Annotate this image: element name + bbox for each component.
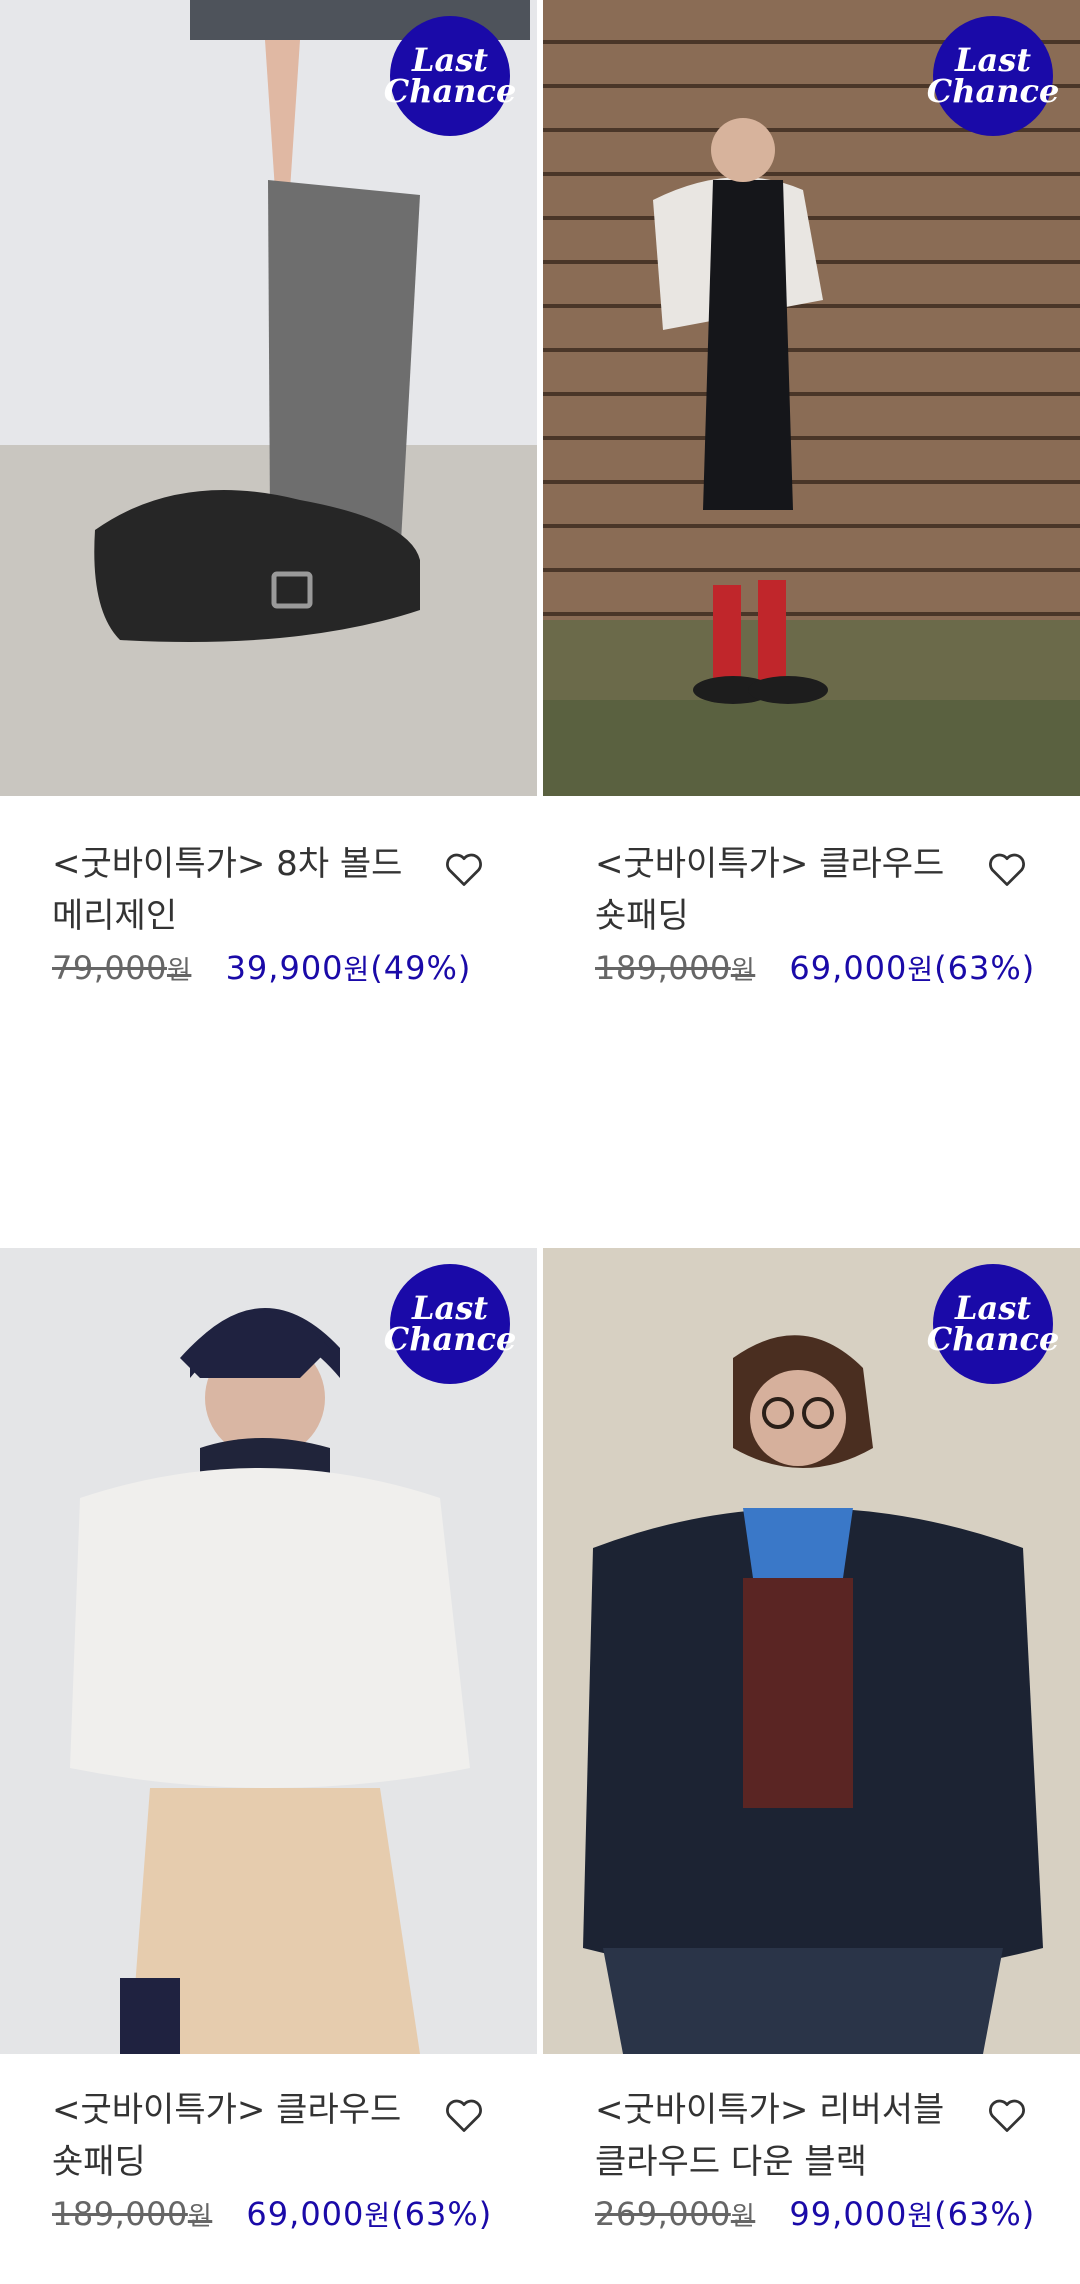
sale-price: 99,000원(63%) <box>789 2195 1036 2233</box>
product-image[interactable]: Last Chance <box>0 0 537 796</box>
product-info: <굿바이특가> 클라우드 숏패딩 189,000원 69,000원(63%) <box>52 2084 501 2245</box>
product-card[interactable]: Last Chance <굿바이특가> 클라우드 숏패딩 189,000원 69,… <box>0 1248 537 2284</box>
last-chance-badge: Last Chance <box>927 1264 1059 1384</box>
product-info: <굿바이특가> 8차 볼드 메리제인 79,000원 39,900원(49%) <box>52 838 501 999</box>
price-row: 269,000원 99,000원(63%) <box>595 2186 1044 2245</box>
heart-outline-icon[interactable] <box>986 850 1028 888</box>
discount-rate: (49%) <box>370 949 472 987</box>
product-name[interactable]: <굿바이특가> 클라우드 숏패딩 <box>52 2084 501 2188</box>
original-price: 189,000원 <box>595 949 756 987</box>
price-row: 79,000원 39,900원(49%) <box>52 940 501 999</box>
sale-price: 39,900원(49%) <box>225 949 472 987</box>
product-info: <굿바이특가> 리버서블 클라우드 다운 블랙 269,000원 99,000원… <box>595 2084 1044 2245</box>
sale-price: 69,000원(63%) <box>246 2195 493 2233</box>
price-row: 189,000원 69,000원(63%) <box>595 940 1044 999</box>
original-price: 79,000원 <box>52 949 192 987</box>
last-chance-badge: Last Chance <box>384 1264 516 1384</box>
product-card[interactable]: Last Chance <굿바이특가> 8차 볼드 메리제인 79,000원 39… <box>0 0 537 1000</box>
last-chance-badge: Last Chance <box>927 16 1059 136</box>
product-image[interactable]: Last Chance <box>543 1248 1080 2054</box>
discount-rate: (63%) <box>391 2195 493 2233</box>
sale-price: 69,000원(63%) <box>789 949 1036 987</box>
product-name[interactable]: <굿바이특가> 8차 볼드 메리제인 <box>52 838 501 942</box>
product-card[interactable]: Last Chance <굿바이특가> 리버서블 클라우드 다운 블랙 269,0… <box>543 1248 1080 2284</box>
original-price: 269,000원 <box>595 2195 756 2233</box>
price-row: 189,000원 69,000원(63%) <box>52 2186 501 2245</box>
product-image[interactable]: Last Chance <box>543 0 1080 796</box>
product-image[interactable]: Last Chance <box>0 1248 537 2054</box>
product-info: <굿바이특가> 클라우드 숏패딩 189,000원 69,000원(63%) <box>595 838 1044 999</box>
product-name[interactable]: <굿바이특가> 클라우드 숏패딩 <box>595 838 1044 942</box>
heart-outline-icon[interactable] <box>443 850 485 888</box>
heart-outline-icon[interactable] <box>443 2096 485 2134</box>
original-price: 189,000원 <box>52 2195 213 2233</box>
discount-rate: (63%) <box>934 949 1036 987</box>
last-chance-badge: Last Chance <box>384 16 516 136</box>
product-name[interactable]: <굿바이특가> 리버서블 클라우드 다운 블랙 <box>595 2084 1044 2188</box>
heart-outline-icon[interactable] <box>986 2096 1028 2134</box>
discount-rate: (63%) <box>934 2195 1036 2233</box>
product-card[interactable]: Last Chance <굿바이특가> 클라우드 숏패딩 189,000원 69,… <box>543 0 1080 1000</box>
